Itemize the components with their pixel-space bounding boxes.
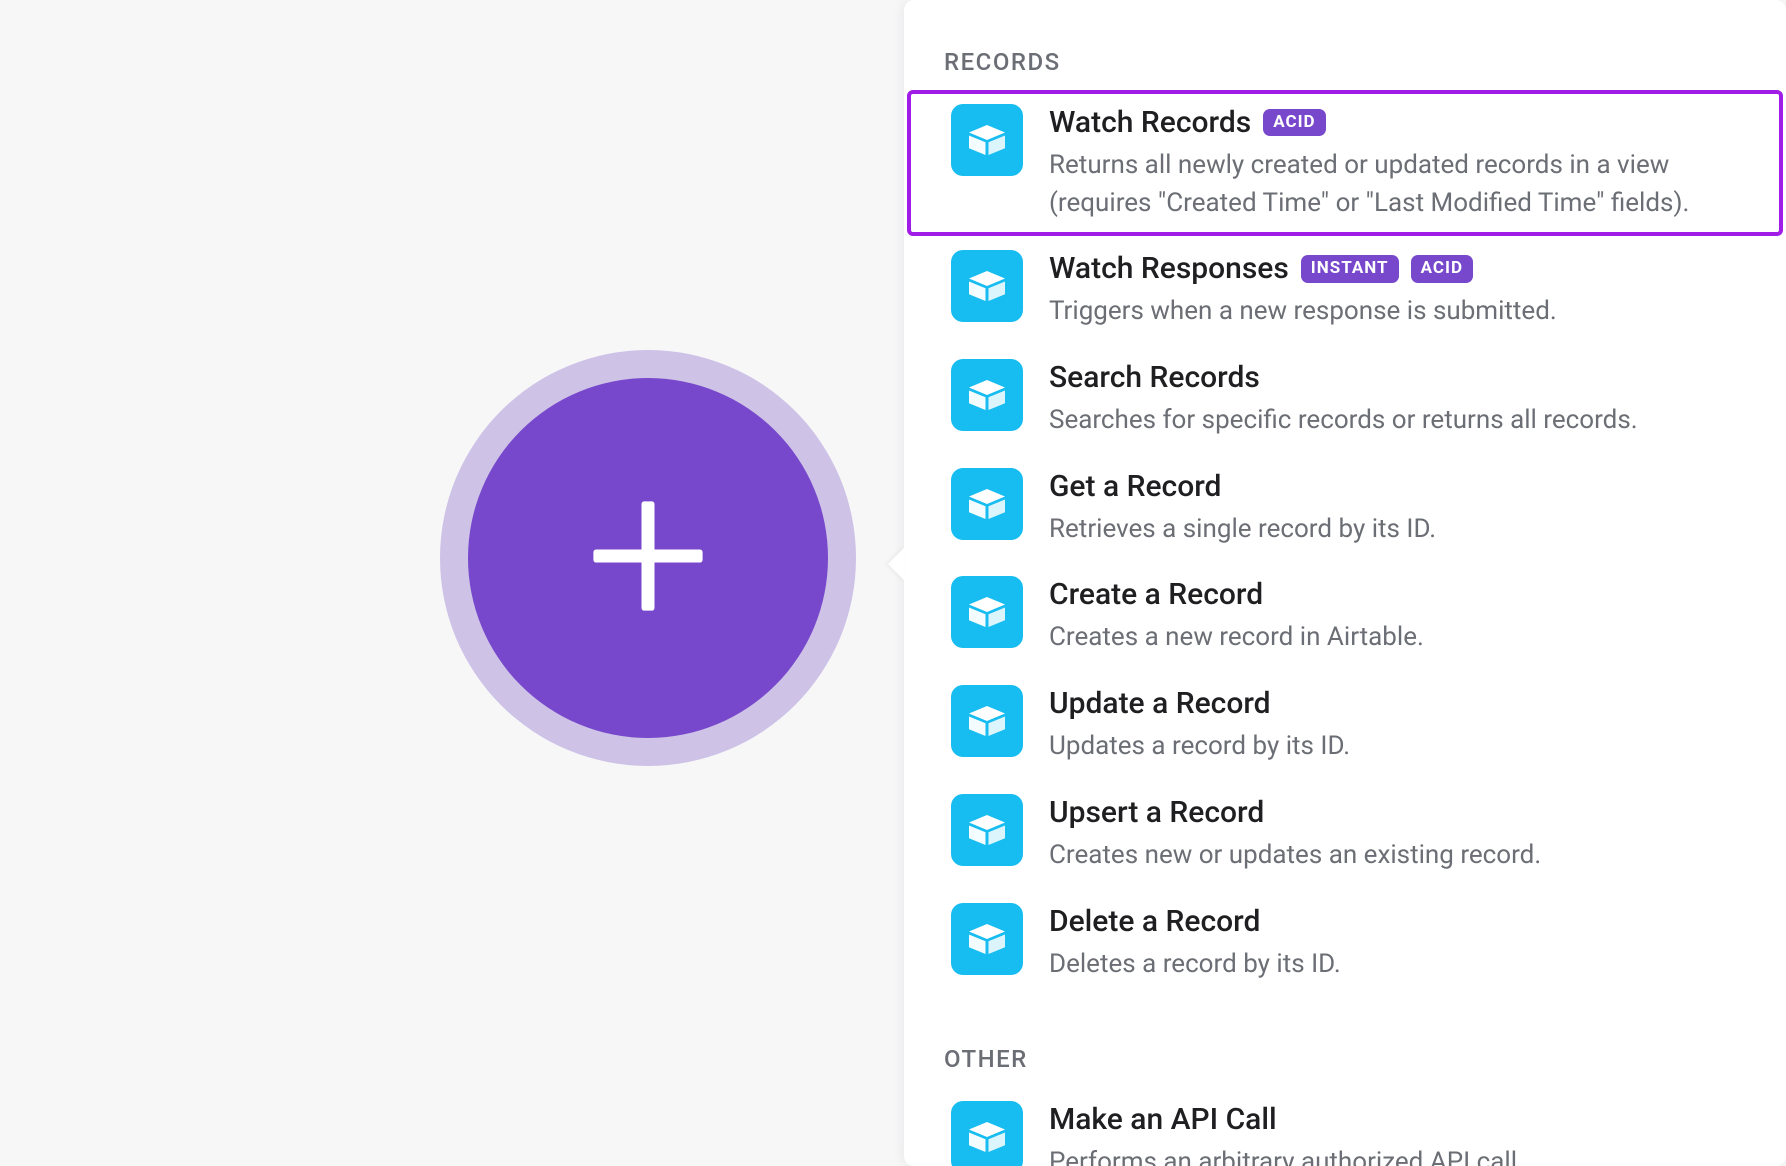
action-title-row: Create a Record xyxy=(1049,578,1743,611)
action-title: Search Records xyxy=(1049,361,1260,394)
plus-icon xyxy=(583,491,713,625)
badge-acid: ACID xyxy=(1263,109,1325,136)
section-items-other: Make an API Call Performs an arbitrary a… xyxy=(904,1087,1786,1166)
action-title: Watch Records xyxy=(1049,106,1251,139)
action-title-row: Delete a Record xyxy=(1049,905,1743,938)
action-update-a-record[interactable]: Update a Record Updates a record by its … xyxy=(907,671,1783,780)
airtable-icon xyxy=(951,685,1023,757)
airtable-icon xyxy=(951,576,1023,648)
action-title-row: Watch Records ACID xyxy=(1049,106,1743,139)
action-create-a-record[interactable]: Create a Record Creates a new record in … xyxy=(907,562,1783,671)
action-get-a-record[interactable]: Get a Record Retrieves a single record b… xyxy=(907,454,1783,563)
action-body: Make an API Call Performs an arbitrary a… xyxy=(1049,1101,1743,1166)
action-body: Get a Record Retrieves a single record b… xyxy=(1049,468,1743,549)
action-title: Watch Responses xyxy=(1049,252,1289,285)
airtable-icon xyxy=(951,903,1023,975)
action-description: Performs an arbitrary authorized API cal… xyxy=(1049,1144,1743,1166)
action-body: Create a Record Creates a new record in … xyxy=(1049,576,1743,657)
module-picker-panel: RECORDS Watch Records ACID Returns all n… xyxy=(904,0,1786,1166)
action-title-row: Upsert a Record xyxy=(1049,796,1743,829)
badge-acid: ACID xyxy=(1411,255,1473,282)
action-description: Searches for specific records or returns… xyxy=(1049,402,1743,440)
action-description: Deletes a record by its ID. xyxy=(1049,946,1743,984)
action-body: Watch Responses INSTANT ACID Triggers wh… xyxy=(1049,250,1743,331)
action-make-an-api-call[interactable]: Make an API Call Performs an arbitrary a… xyxy=(907,1087,1783,1166)
airtable-icon xyxy=(951,359,1023,431)
action-title-row: Search Records xyxy=(1049,361,1743,394)
action-body: Search Records Searches for specific rec… xyxy=(1049,359,1743,440)
action-description: Returns all newly created or updated rec… xyxy=(1049,147,1743,222)
action-title: Update a Record xyxy=(1049,687,1271,720)
airtable-icon xyxy=(951,1101,1023,1166)
action-title-row: Watch Responses INSTANT ACID xyxy=(1049,252,1743,285)
action-watch-responses[interactable]: Watch Responses INSTANT ACID Triggers wh… xyxy=(907,236,1783,345)
section-items-records: Watch Records ACID Returns all newly cre… xyxy=(904,90,1786,997)
action-description: Creates a new record in Airtable. xyxy=(1049,619,1743,657)
add-button-inner xyxy=(468,378,828,738)
action-title-row: Make an API Call xyxy=(1049,1103,1743,1136)
airtable-icon xyxy=(951,794,1023,866)
action-title: Create a Record xyxy=(1049,578,1263,611)
airtable-icon xyxy=(951,468,1023,540)
action-description: Creates new or updates an existing recor… xyxy=(1049,837,1743,875)
add-module-button[interactable] xyxy=(440,350,856,766)
airtable-icon xyxy=(951,250,1023,322)
action-description: Retrieves a single record by its ID. xyxy=(1049,511,1743,549)
section-header-other: OTHER xyxy=(904,997,1786,1087)
action-watch-records[interactable]: Watch Records ACID Returns all newly cre… xyxy=(907,90,1783,236)
action-title-row: Update a Record xyxy=(1049,687,1743,720)
action-description: Updates a record by its ID. xyxy=(1049,728,1743,766)
action-title: Upsert a Record xyxy=(1049,796,1264,829)
airtable-icon xyxy=(951,104,1023,176)
action-search-records[interactable]: Search Records Searches for specific rec… xyxy=(907,345,1783,454)
section-header-records: RECORDS xyxy=(904,0,1786,90)
action-delete-a-record[interactable]: Delete a Record Deletes a record by its … xyxy=(907,889,1783,998)
action-description: Triggers when a new response is submitte… xyxy=(1049,293,1743,331)
action-upsert-a-record[interactable]: Upsert a Record Creates new or updates a… xyxy=(907,780,1783,889)
action-body: Upsert a Record Creates new or updates a… xyxy=(1049,794,1743,875)
action-body: Update a Record Updates a record by its … xyxy=(1049,685,1743,766)
action-title-row: Get a Record xyxy=(1049,470,1743,503)
action-title: Get a Record xyxy=(1049,470,1221,503)
action-title: Make an API Call xyxy=(1049,1103,1277,1136)
action-title: Delete a Record xyxy=(1049,905,1260,938)
action-body: Delete a Record Deletes a record by its … xyxy=(1049,903,1743,984)
badge-instant: INSTANT xyxy=(1301,255,1399,282)
action-body: Watch Records ACID Returns all newly cre… xyxy=(1049,104,1743,222)
